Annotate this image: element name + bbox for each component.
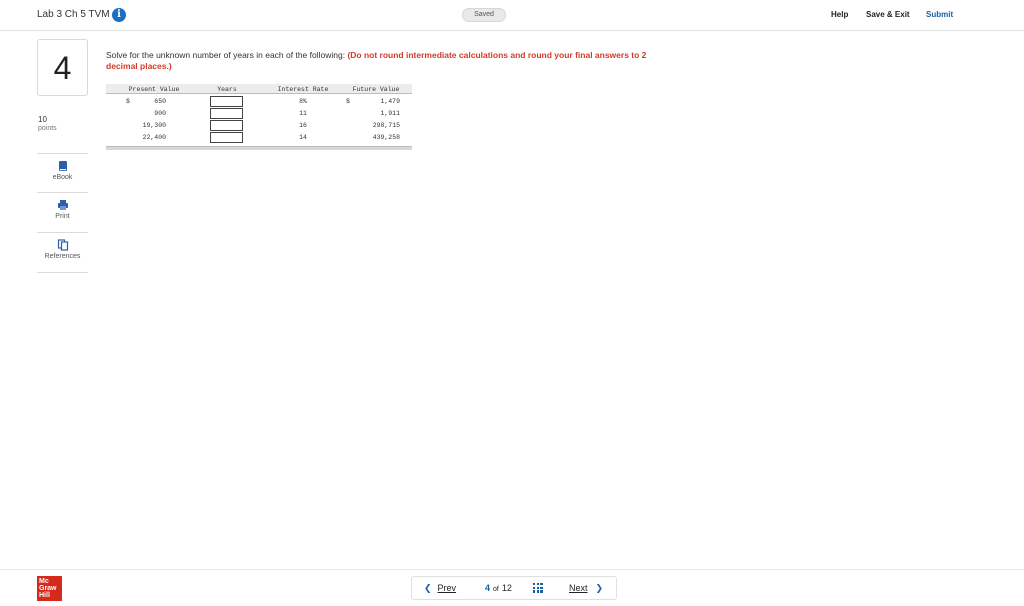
- question-number-box: 4: [37, 39, 88, 96]
- interest-rate-cell: 14: [299, 134, 307, 141]
- question-text: Solve for the unknown number of years in…: [106, 50, 348, 60]
- header-present-value: Present Value: [128, 86, 180, 93]
- interest-rate-cell: 11: [299, 110, 307, 117]
- top-bar: Lab 3 Ch 5 TVM i Saved Help Save & Exit …: [0, 0, 1024, 31]
- years-input-3[interactable]: [210, 120, 243, 131]
- next-label: Next: [569, 583, 588, 593]
- prev-button[interactable]: ❮ Prev: [424, 583, 456, 594]
- future-value-cell: 1,911: [380, 110, 400, 117]
- chevron-left-icon: ❮: [424, 583, 432, 593]
- submit-button[interactable]: Submit: [926, 10, 953, 19]
- table-row: 19,300 16 298,715: [106, 120, 412, 132]
- logo-text-line: Hill: [39, 592, 50, 599]
- present-value-cell: 650: [154, 98, 166, 105]
- points-value: 10: [38, 115, 47, 124]
- documents-icon: [57, 239, 68, 251]
- question-navigation: ❮ Prev 4 of 12 Next ❯: [411, 576, 617, 600]
- total-questions: 12: [501, 583, 512, 593]
- printer-icon: [57, 200, 68, 210]
- interest-rate-cell: 16: [299, 122, 307, 129]
- references-label: References: [44, 253, 81, 260]
- grid-icon[interactable]: [533, 583, 543, 593]
- table-footer-bar: [106, 146, 412, 150]
- header-future-value: Future Value: [352, 86, 400, 93]
- points-label: points: [38, 125, 57, 132]
- question-counter[interactable]: 4 of 12: [485, 583, 512, 593]
- info-icon[interactable]: i: [112, 8, 126, 22]
- present-value-cell: 900: [154, 110, 166, 117]
- question-number: 4: [53, 50, 72, 86]
- present-value-cell: 19,300: [142, 122, 166, 129]
- question-prompt: Solve for the unknown number of years in…: [106, 50, 666, 72]
- next-button[interactable]: Next ❯: [569, 583, 603, 594]
- assignment-title: Lab 3 Ch 5 TVM: [37, 9, 110, 20]
- current-question: 4: [485, 583, 491, 593]
- table-header: Present Value Years Interest Rate Future…: [106, 84, 412, 94]
- references-button[interactable]: References: [37, 233, 88, 273]
- footer-divider: [0, 569, 1024, 570]
- future-value-cell: 439,258: [372, 134, 400, 141]
- print-button[interactable]: Print: [37, 193, 88, 233]
- interest-rate-cell: 8%: [299, 98, 307, 105]
- help-button[interactable]: Help: [831, 10, 848, 19]
- currency-symbol: $: [346, 98, 350, 105]
- table-row: $ 650 8% $ 1,479: [106, 96, 412, 108]
- ebook-label: eBook: [52, 174, 73, 181]
- years-input-4[interactable]: [210, 132, 243, 143]
- present-value-cell: 22,400: [142, 134, 166, 141]
- table-row: 22,400 14 439,258: [106, 132, 412, 144]
- header-interest-rate: Interest Rate: [277, 86, 329, 93]
- header-years: Years: [217, 86, 237, 93]
- years-input-1[interactable]: [210, 96, 243, 107]
- save-exit-button[interactable]: Save & Exit: [866, 10, 910, 19]
- future-value-cell: 1,479: [380, 98, 400, 105]
- table-row: 900 11 1,911: [106, 108, 412, 120]
- ebook-button[interactable]: eBook: [37, 153, 88, 193]
- book-icon: [58, 161, 67, 171]
- of-label: of: [493, 586, 499, 593]
- print-label: Print: [55, 213, 70, 220]
- prev-label: Prev: [437, 583, 457, 593]
- chevron-right-icon: ❯: [595, 583, 604, 593]
- logo-text-line: Mc: [39, 578, 49, 585]
- logo-text-line: Graw: [39, 585, 57, 592]
- years-input-2[interactable]: [210, 108, 243, 119]
- mcgraw-hill-logo: Mc Graw Hill: [37, 576, 62, 601]
- tvm-table: Present Value Years Interest Rate Future…: [106, 84, 412, 150]
- future-value-cell: 298,715: [372, 122, 400, 129]
- saved-status-badge: Saved: [462, 8, 506, 22]
